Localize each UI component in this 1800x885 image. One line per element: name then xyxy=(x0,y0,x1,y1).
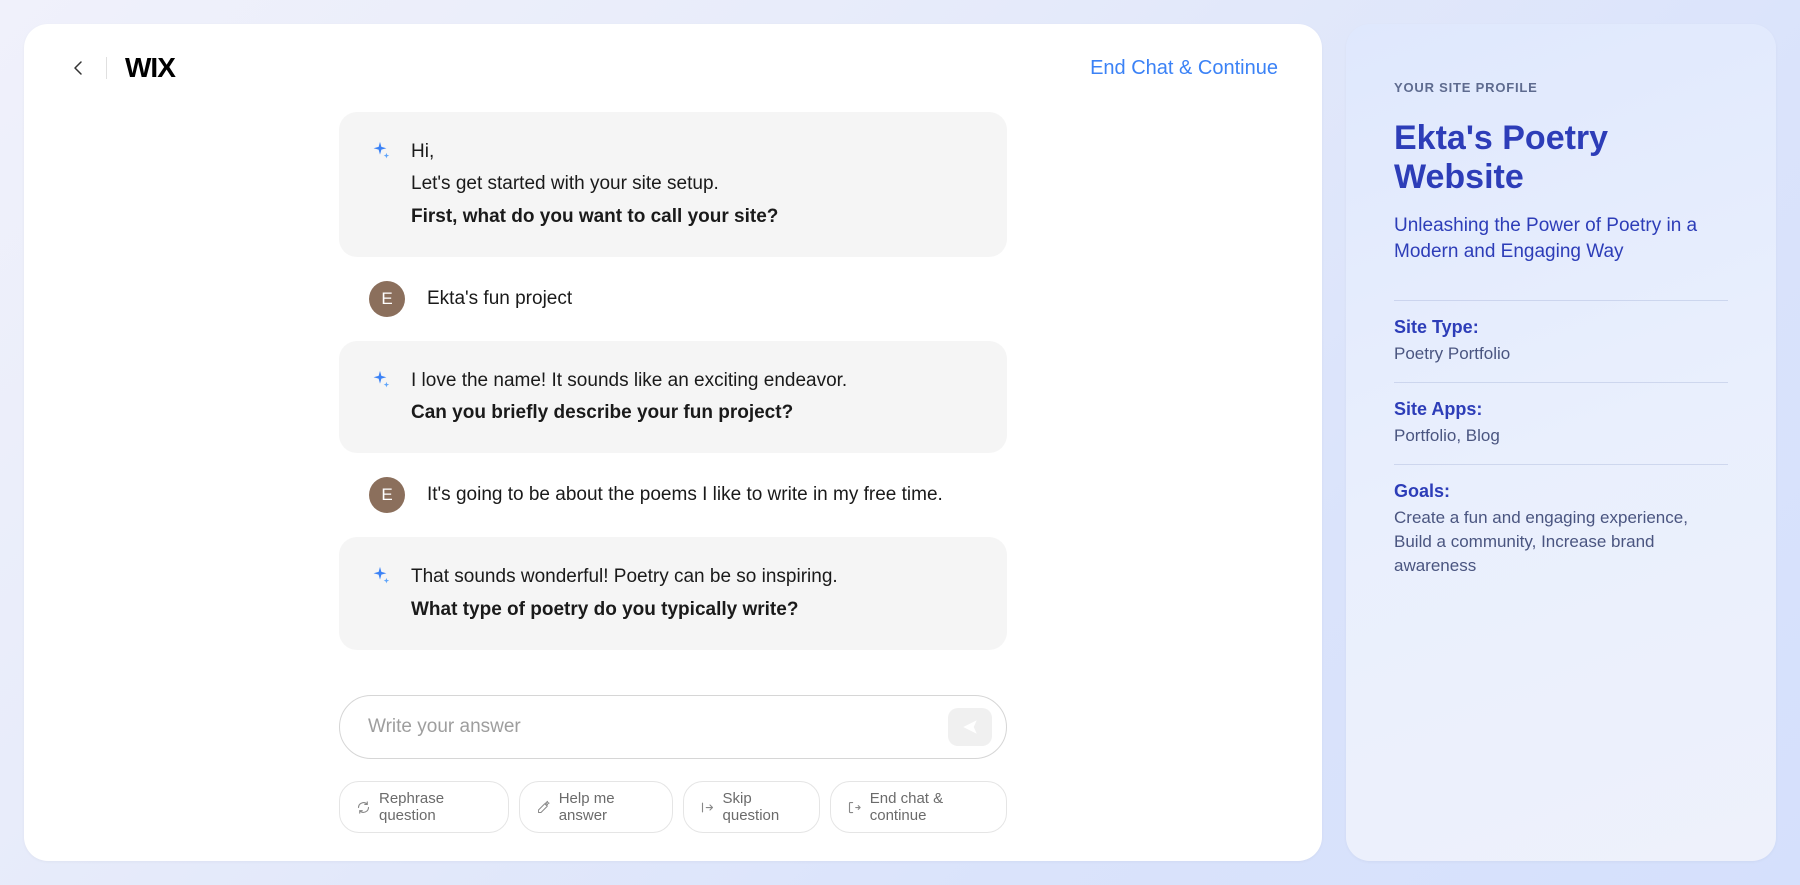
end-chat-chip[interactable]: End chat & continue xyxy=(830,781,1007,833)
ai-line: That sounds wonderful! Poetry can be so … xyxy=(411,561,838,593)
profile-section-label: YOUR SITE PROFILE xyxy=(1394,80,1728,95)
profile-row-site-apps: Site Apps: Portfolio, Blog xyxy=(1394,382,1728,464)
ai-message: That sounds wonderful! Poetry can be so … xyxy=(339,537,1007,650)
exit-icon xyxy=(847,799,862,815)
ai-message: Hi, Let's get started with your site set… xyxy=(339,112,1007,257)
profile-row-site-type: Site Type: Poetry Portfolio xyxy=(1394,300,1728,382)
profile-subtitle: Unleashing the Power of Poetry in a Mode… xyxy=(1394,213,1728,264)
user-message: E Ekta's fun project xyxy=(339,277,1007,321)
profile-key: Goals: xyxy=(1394,481,1728,502)
profile-title: Ekta's Poetry Website xyxy=(1394,119,1728,197)
profile-row-goals: Goals: Create a fun and engaging experie… xyxy=(1394,464,1728,593)
header: WIX End Chat & Continue xyxy=(24,24,1322,84)
chat-messages: Hi, Let's get started with your site set… xyxy=(339,112,1007,650)
ai-line: I love the name! It sounds like an excit… xyxy=(411,365,847,397)
refresh-icon xyxy=(356,799,371,815)
header-divider xyxy=(106,57,107,79)
wix-logo: WIX xyxy=(125,52,175,84)
chip-label: Skip question xyxy=(723,790,803,824)
chip-label: End chat & continue xyxy=(870,790,990,824)
user-message-text: It's going to be about the poems I like … xyxy=(427,484,943,506)
chat-area: Hi, Let's get started with your site set… xyxy=(24,84,1322,695)
chevron-left-icon xyxy=(73,60,83,76)
profile-value: Create a fun and engaging experience, Bu… xyxy=(1394,506,1728,577)
pencil-sparkle-icon xyxy=(536,799,551,815)
profile-value: Poetry Portfolio xyxy=(1394,342,1728,366)
ai-line: Let's get started with your site setup. xyxy=(411,168,778,200)
ai-question: First, what do you want to call your sit… xyxy=(411,201,778,233)
sparkle-icon xyxy=(369,369,389,396)
chip-label: Help me answer xyxy=(559,790,656,824)
site-profile-panel: YOUR SITE PROFILE Ekta's Poetry Website … xyxy=(1346,24,1776,861)
sparkle-icon xyxy=(369,140,389,167)
skip-icon xyxy=(700,799,715,815)
profile-key: Site Type: xyxy=(1394,317,1728,338)
ai-line: Hi, xyxy=(411,136,778,168)
answer-input-row xyxy=(339,695,1007,759)
profile-key: Site Apps: xyxy=(1394,399,1728,420)
back-button[interactable] xyxy=(68,58,88,78)
sparkle-icon xyxy=(369,565,389,592)
user-avatar: E xyxy=(369,281,405,317)
ai-question: Can you briefly describe your fun projec… xyxy=(411,397,847,429)
answer-input[interactable] xyxy=(368,716,936,738)
ai-message: I love the name! It sounds like an excit… xyxy=(339,341,1007,454)
send-button[interactable] xyxy=(948,708,992,746)
ai-question: What type of poetry do you typically wri… xyxy=(411,594,838,626)
user-message-text: Ekta's fun project xyxy=(427,288,572,310)
user-message: E It's going to be about the poems I lik… xyxy=(339,473,1007,517)
suggestion-chips: Rephrase question Help me answer Skip qu… xyxy=(339,781,1007,833)
chip-label: Rephrase question xyxy=(379,790,492,824)
input-zone: Rephrase question Help me answer Skip qu… xyxy=(339,695,1007,861)
ai-message-content: Hi, Let's get started with your site set… xyxy=(411,136,778,233)
end-chat-link[interactable]: End Chat & Continue xyxy=(1090,57,1278,80)
main-panel: WIX End Chat & Continue Hi, Let's get st… xyxy=(24,24,1322,861)
help-me-answer-chip[interactable]: Help me answer xyxy=(519,781,673,833)
send-icon xyxy=(961,718,979,736)
ai-message-content: I love the name! It sounds like an excit… xyxy=(411,365,847,430)
skip-question-chip[interactable]: Skip question xyxy=(683,781,820,833)
rephrase-question-chip[interactable]: Rephrase question xyxy=(339,781,509,833)
user-avatar: E xyxy=(369,477,405,513)
profile-value: Portfolio, Blog xyxy=(1394,424,1728,448)
ai-message-content: That sounds wonderful! Poetry can be so … xyxy=(411,561,838,626)
header-left: WIX xyxy=(68,52,175,84)
